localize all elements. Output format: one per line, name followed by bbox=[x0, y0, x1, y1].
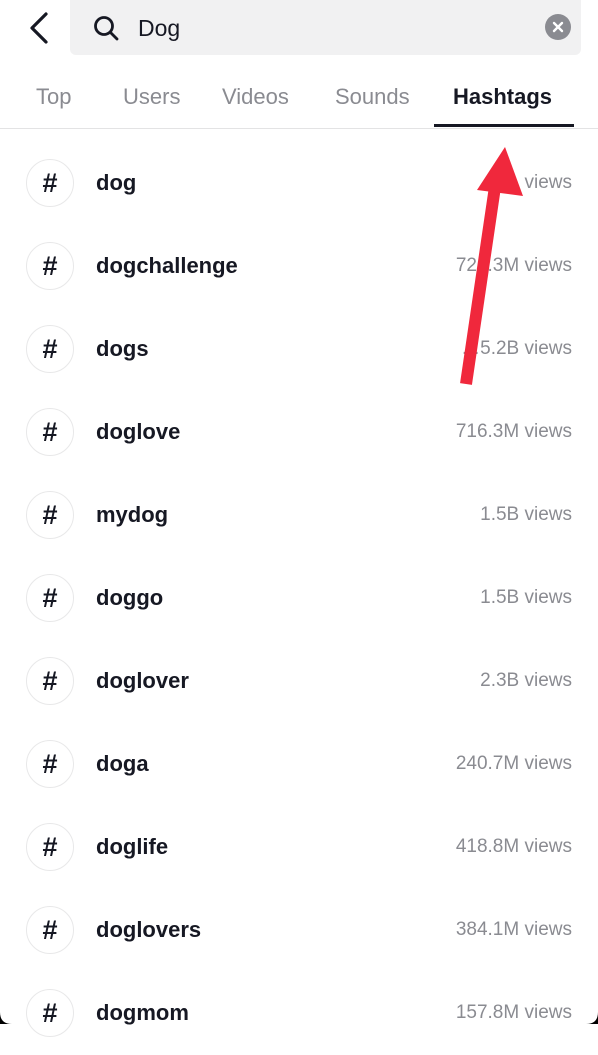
hashtag-row[interactable]: # dogs …5.2B views bbox=[0, 308, 598, 391]
tab-videos[interactable]: Videos bbox=[222, 84, 289, 110]
hashtag-icon: # bbox=[26, 242, 74, 290]
hashtag-row[interactable]: # dogmom 157.8M views bbox=[0, 972, 598, 1055]
hashtag-name: dogmom bbox=[96, 1000, 189, 1025]
hashtag-row[interactable]: # doglove 716.3M views bbox=[0, 391, 598, 474]
hashtag-row[interactable]: # doggo 1.5B views bbox=[0, 557, 598, 640]
search-tabs: Top Users Videos Sounds Hashtags bbox=[0, 66, 598, 129]
hashtag-views: 418.8M views bbox=[455, 836, 572, 857]
tab-users[interactable]: Users bbox=[123, 84, 180, 110]
hashtag-name: doglove bbox=[96, 419, 181, 444]
hashtag-list: # dog 1… views # dogchallenge 724.3M views # do… bbox=[0, 142, 598, 1055]
hashtag-row[interactable]: # dogchallenge 724.3M views bbox=[0, 225, 598, 308]
hashtag-name: dogs bbox=[96, 336, 149, 361]
hashtag-views: …5.2B views bbox=[461, 338, 572, 359]
hashtag-views: 1.5B views bbox=[480, 587, 572, 608]
tab-sounds[interactable]: Sounds bbox=[335, 84, 410, 110]
search-input[interactable] bbox=[138, 8, 518, 48]
hashtag-name: doglover bbox=[96, 668, 189, 693]
hashtag-views: 2.3B views bbox=[480, 670, 572, 691]
hashtag-row[interactable]: # dog 1… views bbox=[0, 142, 598, 225]
hashtag-row[interactable]: # doglife 418.8M views bbox=[0, 806, 598, 889]
hashtag-row[interactable]: # doglovers 384.1M views bbox=[0, 889, 598, 972]
hashtag-name: doglovers bbox=[96, 917, 202, 942]
hashtag-name: mydog bbox=[96, 502, 169, 527]
hashtag-name: doga bbox=[96, 751, 149, 776]
hashtag-row[interactable]: # doglover 2.3B views bbox=[0, 640, 598, 723]
hashtag-row[interactable]: # doga 240.7M views bbox=[0, 723, 598, 806]
hashtag-views: 1.5B views bbox=[480, 504, 572, 525]
hashtag-icon: # bbox=[26, 657, 74, 705]
hashtag-icon: # bbox=[26, 823, 74, 871]
hashtag-icon: # bbox=[26, 989, 74, 1037]
hashtag-icon: # bbox=[26, 906, 74, 954]
search-header bbox=[0, 0, 598, 60]
hashtag-name: dog bbox=[96, 170, 137, 195]
hashtag-views: 240.7M views bbox=[455, 753, 572, 774]
hashtag-views: 1… views bbox=[489, 172, 572, 193]
hashtag-name: doglife bbox=[96, 834, 169, 859]
screen-corner-left bbox=[0, 1012, 12, 1024]
tab-hashtags[interactable]: Hashtags bbox=[453, 84, 552, 110]
active-tab-indicator bbox=[434, 124, 574, 127]
clear-search-button[interactable] bbox=[545, 14, 571, 40]
hashtag-views: 724.3M views bbox=[455, 255, 572, 276]
hashtag-icon: # bbox=[26, 574, 74, 622]
tab-top[interactable]: Top bbox=[36, 84, 71, 110]
screen-corner-right bbox=[586, 1012, 598, 1024]
hashtag-icon: # bbox=[26, 408, 74, 456]
hashtag-icon: # bbox=[26, 491, 74, 539]
hashtag-name: doggo bbox=[96, 585, 164, 610]
hashtag-views: 157.8M views bbox=[455, 1002, 572, 1023]
search-icon bbox=[94, 16, 119, 41]
hashtag-icon: # bbox=[26, 325, 74, 373]
hashtag-views: 716.3M views bbox=[455, 421, 572, 442]
chevron-left-icon bbox=[30, 12, 48, 44]
clear-icon bbox=[552, 21, 564, 33]
hashtag-views: 384.1M views bbox=[455, 919, 572, 940]
hashtag-row[interactable]: # mydog 1.5B views bbox=[0, 474, 598, 557]
hashtag-icon: # bbox=[26, 740, 74, 788]
hashtag-icon: # bbox=[26, 159, 74, 207]
back-button[interactable] bbox=[22, 8, 56, 48]
search-bar[interactable] bbox=[70, 0, 581, 55]
hashtag-name: dogchallenge bbox=[96, 253, 238, 278]
